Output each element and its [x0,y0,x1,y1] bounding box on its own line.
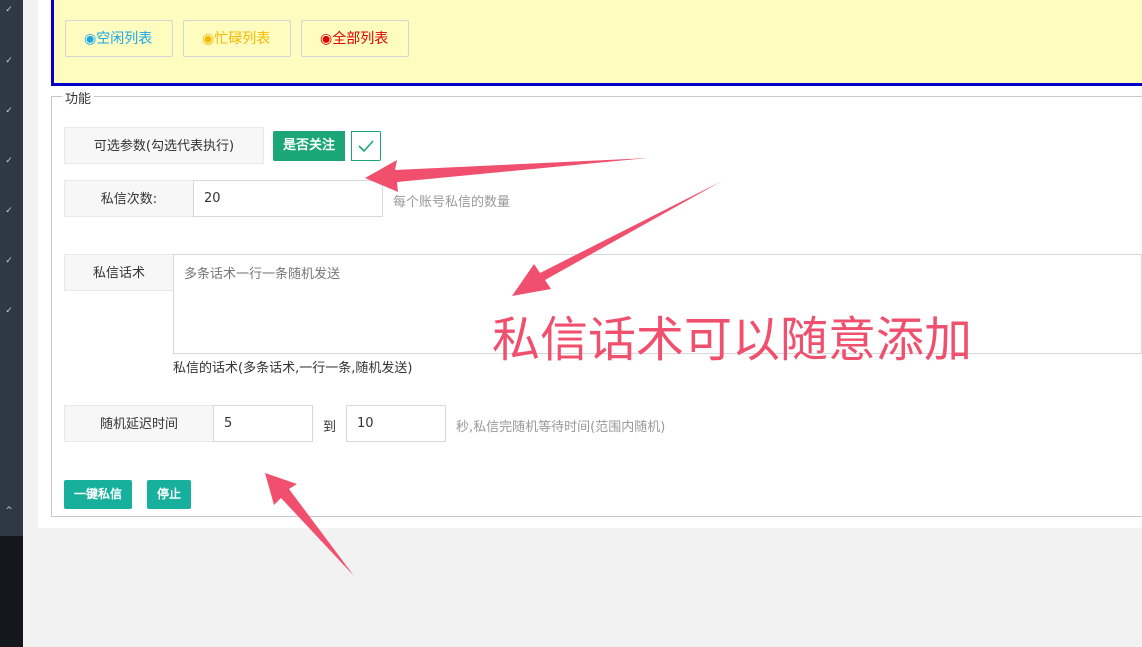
chevron-down-icon[interactable]: ✓ [2,5,16,15]
follow-checkbox[interactable] [351,131,381,161]
idle-list-button[interactable]: ◉空闲列表 [65,20,173,57]
chevron-down-icon[interactable]: ✓ [2,206,16,216]
chevron-up-icon[interactable]: ^ [2,506,16,516]
optional-params-label: 可选参数(勾选代表执行) [64,127,264,164]
message-count-hint: 每个账号私信的数量 [393,195,511,210]
delay-from-input[interactable] [213,405,313,442]
follow-toggle-button[interactable]: 是否关注 [273,131,346,161]
chevron-down-icon[interactable]: ✓ [2,306,16,316]
chevron-down-icon[interactable]: ✓ [2,106,16,116]
message-count-label: 私信次数: [64,180,194,217]
sidebar: ✓ ✓ ✓ ✓ ✓ ✓ ✓ ^ [0,0,23,647]
all-list-button[interactable]: ◉全部列表 [301,20,409,57]
delay-to-label: 到 [323,420,337,435]
check-icon [358,140,374,153]
fieldset-legend: 功能 [62,88,95,107]
message-script-note: 私信的话术(多条话术,一行一条,随机发送) [173,361,413,376]
chevron-down-icon[interactable]: ✓ [2,56,16,66]
message-count-input[interactable] [193,180,383,217]
sidebar-footer [0,536,23,647]
chevron-down-icon[interactable]: ✓ [2,156,16,166]
busy-list-button[interactable]: ◉忙碌列表 [183,20,291,57]
delay-to-input[interactable] [346,405,446,442]
send-message-button[interactable]: 一键私信 [64,480,133,509]
random-delay-label: 随机延迟时间 [64,405,214,442]
message-script-label: 私信话术 [64,254,174,291]
chevron-down-icon[interactable]: ✓ [2,256,16,266]
random-delay-hint: 秒,私信完随机等待时间(范围内随机) [456,420,666,435]
stop-button[interactable]: 停止 [147,480,192,509]
annotation-text: 私信话术可以随意添加 [492,312,973,368]
